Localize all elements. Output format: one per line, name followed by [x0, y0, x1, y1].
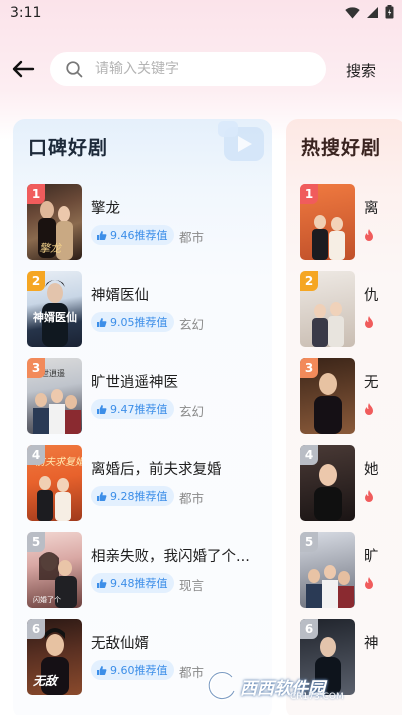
- drama-poster: 神婿医仙 2: [27, 271, 82, 347]
- drama-list-item[interactable]: 擎龙 1 擎龙 9.46推荐值 都市: [27, 184, 267, 262]
- search-button[interactable]: 搜索: [346, 60, 376, 81]
- score-badge: 9.28推荐值: [91, 486, 174, 506]
- status-bar: 3:11: [0, 0, 402, 28]
- drama-poster: 闪婚了个 5: [27, 532, 82, 608]
- thumbs-up-icon: [97, 317, 107, 327]
- score-value: 9.47推荐值: [110, 403, 168, 416]
- drama-poster: 无敌 6: [27, 619, 82, 695]
- watermark-logo: 西西软件园 CR173.COM: [204, 667, 380, 705]
- rank-badge: 2: [300, 271, 318, 291]
- thumbs-up-icon: [97, 578, 107, 588]
- rank-badge: 1: [27, 184, 45, 204]
- drama-poster: 5: [300, 532, 355, 608]
- search-box[interactable]: [50, 52, 326, 86]
- score-value: 9.48推荐值: [110, 577, 168, 590]
- drama-poster: 2: [300, 271, 355, 347]
- play-deco-icon: [218, 121, 264, 161]
- rank-badge: 3: [27, 358, 45, 378]
- score-badge: 9.60推荐值: [91, 660, 174, 680]
- svg-text:闪婚了个: 闪婚了个: [33, 595, 61, 604]
- battery-icon: [385, 5, 394, 19]
- drama-title: 仇: [364, 288, 379, 304]
- thumbs-up-icon: [97, 230, 107, 240]
- fire-icon: [365, 490, 373, 502]
- watermark-swirl-icon: [207, 670, 236, 701]
- watermark-subtext: CR173.COM: [290, 692, 344, 702]
- status-icons: [345, 5, 394, 19]
- fire-icon: [365, 577, 373, 589]
- rank-badge: 6: [27, 619, 45, 639]
- rank-badge: 1: [300, 184, 318, 204]
- drama-title: 神: [364, 636, 379, 652]
- status-time: 3:11: [10, 5, 42, 21]
- drama-list-item[interactable]: 神婿医仙 2 神婿医仙 9.05推荐值 玄幻: [27, 271, 267, 349]
- search-icon: [66, 60, 83, 77]
- genre-tag: 都市: [179, 665, 205, 680]
- wifi-icon: [345, 6, 360, 19]
- thumbs-up-icon: [97, 404, 107, 414]
- drama-list-item[interactable]: 1 离: [300, 184, 402, 262]
- drama-list-item[interactable]: 旷世逍遥 3 旷世逍遥神医 9.47推荐值 玄幻: [27, 358, 267, 436]
- fire-icon: [365, 229, 373, 241]
- drama-title: 离婚后，前夫求复婚: [91, 462, 222, 478]
- drama-list-item[interactable]: 3 无: [300, 358, 402, 436]
- drama-title: 擎龙: [91, 201, 120, 217]
- drama-list-item[interactable]: 5 旷: [300, 532, 402, 610]
- card-title: 热搜好剧: [301, 137, 382, 159]
- score-value: 9.60推荐值: [110, 664, 168, 677]
- rank-badge: 5: [27, 532, 45, 552]
- drama-list-item[interactable]: 4 她: [300, 445, 402, 523]
- rank-badge: 6: [300, 619, 318, 639]
- drama-poster: 前夫求复婚 4: [27, 445, 82, 521]
- rank-badge: 4: [27, 445, 45, 465]
- rank-badge: 4: [300, 445, 318, 465]
- trending-ranking-card: 热搜好剧 1 离 2 仇 3 无 4 她 5 旷 6 神: [286, 119, 402, 715]
- score-badge: 9.48推荐值: [91, 573, 174, 593]
- svg-text:神婿医仙: 神婿医仙: [33, 310, 77, 324]
- praise-ranking-card: 口碑好剧 擎龙 1 擎龙 9.46推荐值 都市 神婿医仙 2 神婿医仙 9.05…: [13, 119, 272, 715]
- genre-tag: 现言: [179, 578, 205, 593]
- drama-title: 无: [364, 375, 379, 391]
- arrow-left-icon: [12, 60, 35, 78]
- signal-icon: [367, 6, 378, 18]
- rank-badge: 5: [300, 532, 318, 552]
- back-button[interactable]: [8, 55, 38, 83]
- drama-list-item[interactable]: 闪婚了个 5 相亲失败，我闪婚了个... 9.48推荐值 现言: [27, 532, 267, 610]
- drama-title: 相亲失败，我闪婚了个...: [91, 549, 250, 565]
- drama-poster: 3: [300, 358, 355, 434]
- drama-list-item[interactable]: 2 仇: [300, 271, 402, 349]
- drama-title: 无敌仙婿: [91, 636, 149, 652]
- drama-list-item[interactable]: 前夫求复婚 4 离婚后，前夫求复婚 9.28推荐值 都市: [27, 445, 267, 523]
- drama-title: 离: [364, 201, 379, 217]
- search-header: 搜索: [0, 46, 402, 92]
- score-value: 9.05推荐值: [110, 316, 168, 329]
- genre-tag: 玄幻: [179, 317, 205, 332]
- drama-title: 她: [364, 462, 379, 478]
- drama-poster: 旷世逍遥 3: [27, 358, 82, 434]
- score-value: 9.28推荐值: [110, 490, 168, 503]
- genre-tag: 都市: [179, 491, 205, 506]
- score-value: 9.46推荐值: [110, 229, 168, 242]
- rank-badge: 2: [27, 271, 45, 291]
- svg-text:擎龙: 擎龙: [39, 242, 63, 255]
- rank-badge: 3: [300, 358, 318, 378]
- genre-tag: 玄幻: [179, 404, 205, 419]
- genre-tag: 都市: [179, 230, 205, 245]
- drama-poster: 擎龙 1: [27, 184, 82, 260]
- search-input[interactable]: [95, 61, 295, 77]
- score-badge: 9.46推荐值: [91, 225, 174, 245]
- drama-poster: 1: [300, 184, 355, 260]
- drama-title: 旷世逍遥神医: [91, 375, 178, 391]
- card-title: 口碑好剧: [28, 137, 109, 159]
- drama-poster: 4: [300, 445, 355, 521]
- fire-icon: [365, 403, 373, 415]
- score-badge: 9.47推荐值: [91, 399, 174, 419]
- drama-title: 神婿医仙: [91, 288, 149, 304]
- fire-icon: [365, 316, 373, 328]
- drama-title: 旷: [364, 549, 379, 565]
- thumbs-up-icon: [97, 491, 107, 501]
- thumbs-up-icon: [97, 665, 107, 675]
- score-badge: 9.05推荐值: [91, 312, 174, 332]
- svg-text:无敌: 无敌: [32, 674, 59, 688]
